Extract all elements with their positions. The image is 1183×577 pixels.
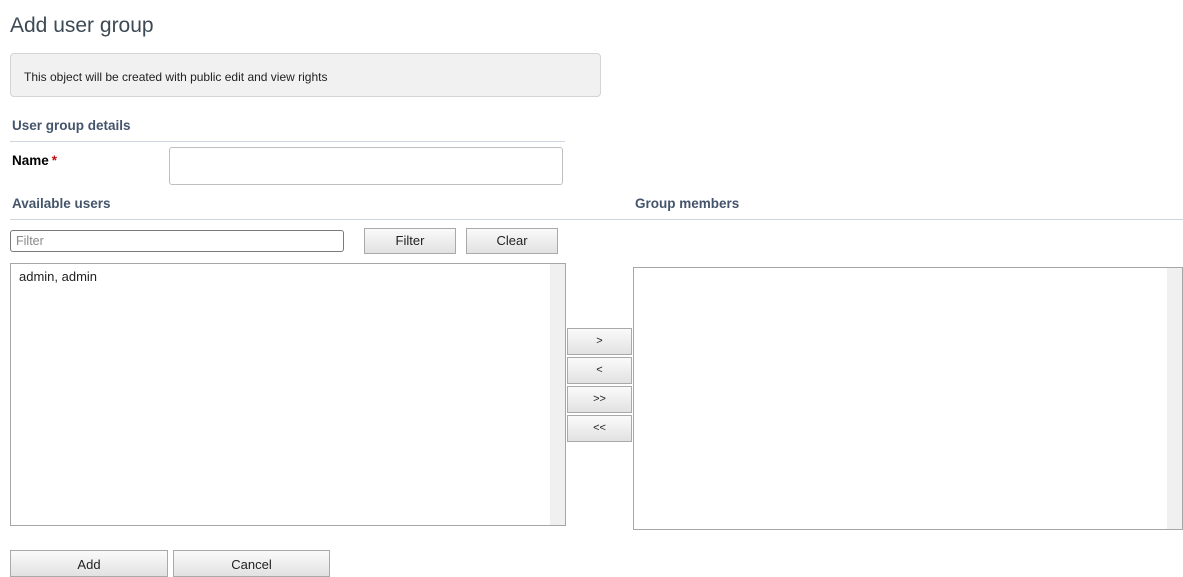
clear-button[interactable]: Clear <box>466 228 558 254</box>
move-selected-left-button[interactable]: < <box>567 357 632 384</box>
filter-button[interactable]: Filter <box>364 228 456 254</box>
name-label-text: Name <box>12 153 49 168</box>
available-users-list[interactable]: admin, admin <box>10 263 566 526</box>
notice-text: This object will be created with public … <box>24 70 328 84</box>
cancel-button[interactable]: Cancel <box>173 550 330 577</box>
required-marker: * <box>51 153 58 168</box>
add-button[interactable]: Add <box>10 550 168 577</box>
group-members-list[interactable] <box>633 267 1183 530</box>
section-heading-available-users: Available users <box>12 196 111 211</box>
add-user-group-page: Add user group This object will be creat… <box>0 0 1183 577</box>
name-label: Name * <box>12 153 57 168</box>
info-notice: This object will be created with public … <box>10 53 601 97</box>
name-input[interactable] <box>169 147 563 185</box>
move-all-right-button[interactable]: >> <box>567 386 632 413</box>
move-all-left-button[interactable]: << <box>567 415 632 442</box>
list-item[interactable]: admin, admin <box>19 269 97 284</box>
section-heading-group-members: Group members <box>635 196 740 211</box>
scrollbar[interactable] <box>1167 268 1182 529</box>
page-title: Add user group <box>10 14 154 37</box>
section-heading-details: User group details <box>12 118 131 133</box>
scrollbar[interactable] <box>550 264 565 525</box>
divider <box>10 141 565 142</box>
divider <box>10 219 1183 220</box>
filter-input[interactable] <box>10 230 344 252</box>
move-selected-right-button[interactable]: > <box>567 328 632 355</box>
